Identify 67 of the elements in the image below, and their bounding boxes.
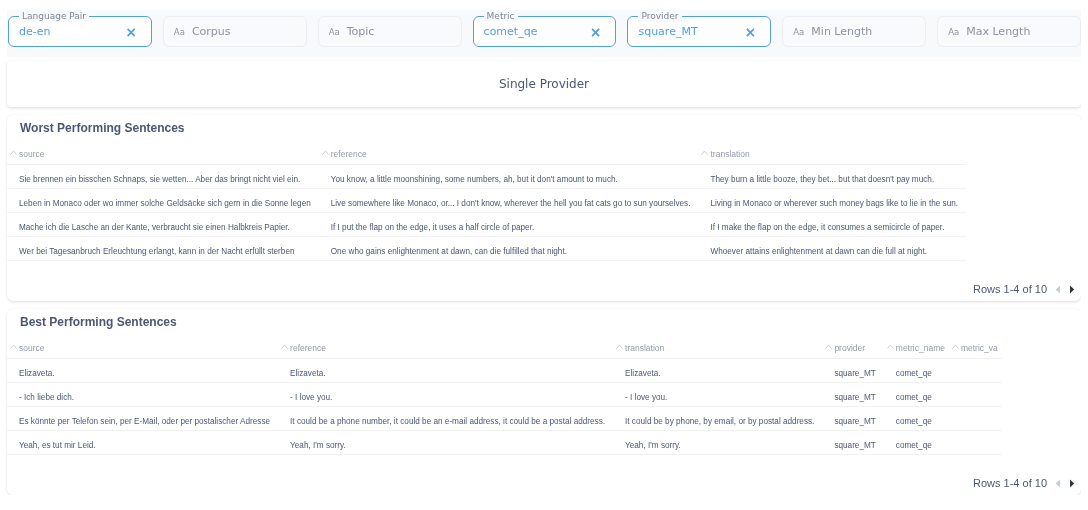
column-header[interactable]: metric_name	[895, 343, 945, 353]
table-cell: Elizaveta.	[19, 368, 55, 378]
table-cell: comet_qe	[895, 368, 932, 378]
table-title: Best Performing Sentences	[19, 314, 177, 329]
field-label: Provider	[638, 10, 682, 22]
table-cell: Living in Monaco or wherever such money bags like to lie in the sun.	[710, 198, 959, 208]
column-header[interactable]: translation	[625, 343, 665, 353]
column-header[interactable]: source	[19, 149, 45, 159]
table-cell: You know, a little moonshining, some numbers, ah, but it don't amount to much.	[330, 174, 618, 184]
table-cell: square_MT	[834, 368, 876, 378]
table-cell: Wer bei Tagesanbruch Erleuchtung erlangt, kann in der Nacht erfüllt sterben	[19, 246, 295, 256]
field-placeholder: Corpus	[191, 25, 231, 38]
table-cell: It could be by phone, by email, or by postal address.	[625, 416, 815, 426]
table-cell: Elizaveta.	[625, 368, 661, 378]
table-cell: comet_qe	[895, 392, 932, 402]
field-value: square_MT	[638, 25, 699, 38]
column-header[interactable]: reference	[330, 149, 367, 159]
text-type-icon: Aa	[793, 26, 805, 37]
pagination-label: Rows 1-4 of 10	[973, 477, 1047, 489]
field-label: Metric	[483, 10, 518, 22]
table-cell: Yeah, es tut mir Leid.	[19, 440, 96, 450]
field-placeholder: Topic	[346, 25, 375, 38]
table-cell: If I put the flap on the edge, it uses a half circle of paper.	[330, 222, 535, 232]
column-header[interactable]: translation	[710, 149, 750, 159]
table-cell: One who gains enlightenment at dawn, can die fulfilled that night.	[330, 246, 567, 256]
table-cell: Mache ich die Lasche an der Kante, verbraucht sie einen Halbkreis Papier.	[19, 222, 290, 232]
table-cell: Yeah, I'm sorry.	[625, 440, 681, 450]
clear-button[interactable]: ×	[125, 24, 137, 39]
text-type-icon: Aa	[173, 26, 185, 37]
table-cell: It could be a phone number, it could be an e-mail address, it could be a postal address.	[290, 416, 606, 426]
table-cell: - I love you.	[290, 392, 333, 402]
table-cell: square_MT	[834, 392, 876, 402]
pagination-label: Rows 1-4 of 10	[973, 283, 1047, 295]
table-cell: Yeah, I'm sorry.	[290, 440, 346, 450]
table-cell: They burn a little booze, they bet... but that doesn't pay much.	[710, 174, 935, 184]
field-placeholder: Min Length	[811, 25, 873, 38]
text-type-icon: Aa	[328, 26, 340, 37]
clear-button[interactable]: ×	[744, 24, 757, 39]
filter-field[interactable]: Aa Min Length	[782, 16, 927, 47]
table-title: Worst Performing Sentences	[19, 120, 185, 135]
clear-button[interactable]: ×	[589, 24, 602, 39]
column-header[interactable]: reference	[290, 343, 326, 353]
table-cell: comet_qe	[895, 440, 932, 450]
table-cell: comet_qe	[895, 416, 932, 426]
table-cell: If I make the flap on the edge, it consumes a semicircle of paper.	[710, 222, 945, 232]
filter-field[interactable]: Aa Max Length	[937, 16, 1081, 47]
table-cell: - Ich liebe dich.	[19, 392, 75, 402]
table-cell: Sie brennen ein bisschen Schnaps, sie wetten... Aber das bringt nicht viel ein.	[19, 174, 301, 184]
column-header[interactable]: provider	[834, 343, 866, 353]
text-type-icon: Aa	[948, 26, 960, 37]
field-value: de-en	[19, 25, 52, 38]
table-cell: Es könnte per Telefon sein, per E-Mail, oder per postalischer Adresse	[19, 416, 271, 426]
section-heading: Single Provider	[498, 77, 590, 91]
table-cell: Whoever attains enlightenment at dawn can die full at night.	[710, 246, 928, 256]
filter-field[interactable]: Aa Corpus	[162, 16, 307, 47]
table-cell: square_MT	[834, 440, 876, 450]
table-cell: Live somewhere like Monaco, or... I don't know, wherever the hell you fat cats go to sun yourselves.	[330, 198, 691, 208]
field-value: comet_qe	[483, 25, 539, 38]
table-cell: Leben in Monaco oder wo immer solche Geldsäcke sich gern in die Sonne legen	[19, 198, 311, 208]
table-cell: square_MT	[834, 416, 876, 426]
table-cell: - I love you.	[625, 392, 668, 402]
column-header[interactable]: metric_va	[960, 343, 998, 353]
field-label: Language Pair	[19, 10, 89, 22]
filter-field[interactable]: Aa Topic	[317, 16, 462, 47]
column-header[interactable]: source	[19, 343, 45, 353]
table-cell: Elizaveta.	[290, 368, 326, 378]
field-placeholder: Max Length	[966, 25, 1031, 38]
